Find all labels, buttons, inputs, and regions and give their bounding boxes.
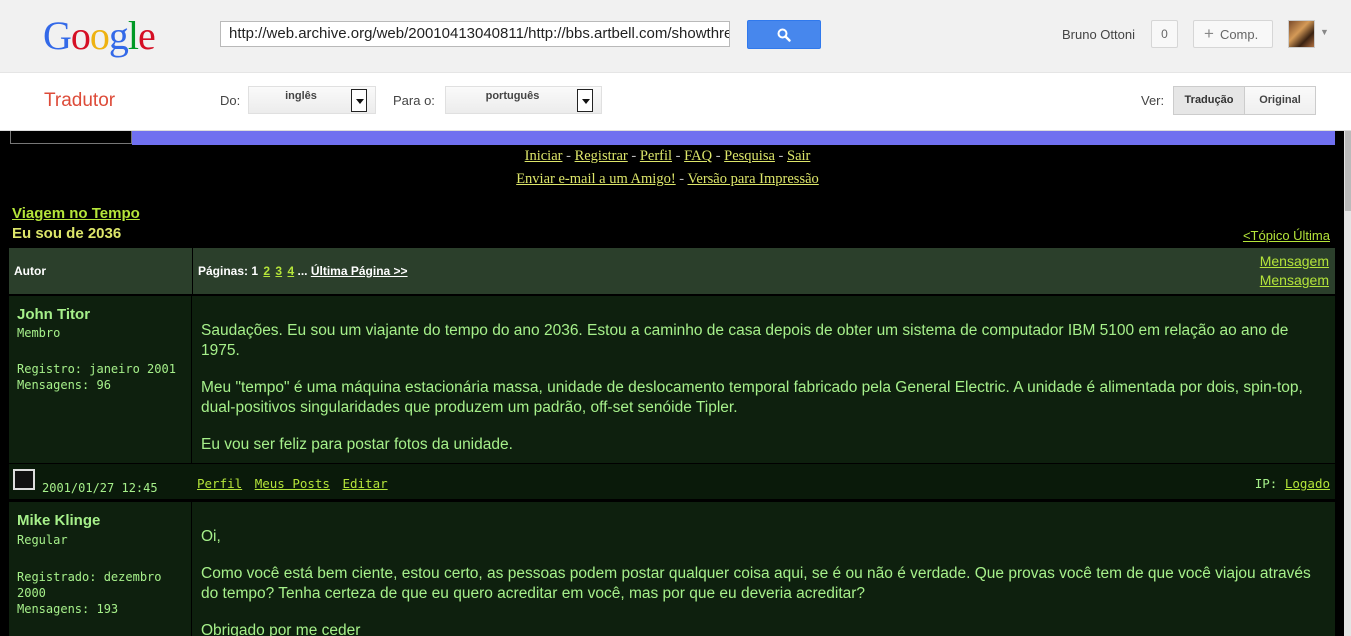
from-language-select[interactable]: inglês [248,86,376,114]
logo-letter: o [70,13,91,58]
post-date: 2001/01/27 12:45 [42,481,158,495]
to-label: Para o: [393,93,435,108]
my-posts-link[interactable]: Meus Posts [255,476,330,491]
current-page: 1 [251,264,259,278]
post-paragraph: Oi, [201,528,221,545]
forum-nav: Iniciar - Registrar - Perfil - FAQ - Pes… [0,148,1335,165]
share-label: Comp. [1219,27,1259,42]
topic-title: Eu sou de 2036 [12,225,122,242]
view-label: Ver: [1141,93,1165,108]
post-paragraph: Obrigado por me ceder [201,622,361,636]
post-author-registered: Registro: janeiro 2001 [17,362,176,376]
post-author-role: Regular [17,533,68,547]
post-ip: IP: Logado [1255,476,1330,491]
post-author-registered: Registrado: dezembro 2000 [17,570,162,600]
ip-logged-link[interactable]: Logado [1285,476,1330,491]
chevron-down-icon[interactable]: ▼ [1320,27,1329,37]
view-original-button[interactable]: Original [1244,86,1316,115]
nav-separator: - [715,148,721,164]
google-bar: Google http://web.archive.org/web/200104… [0,0,1351,73]
message-link[interactable]: Mensagem [1260,272,1329,288]
pages-ellipsis: ... [297,264,308,278]
avatar[interactable] [1288,20,1315,48]
post-author-role: Membro [17,326,61,340]
page-link[interactable]: 2 [263,264,270,278]
nav-link-registrar[interactable]: Registrar [575,148,628,164]
logo-letter: o [89,13,110,58]
post-icon [13,469,35,490]
forum-nav-secondary: Enviar e-mail a um Amigo! - Versão para … [0,171,1335,188]
translate-bar: Tradutor Do: inglês Para o: português Ve… [0,73,1351,131]
ip-label: IP: [1254,476,1278,491]
plus-icon: + [1204,24,1214,43]
logo-letter: g [108,13,129,58]
nav-link-iniciar[interactable]: Iniciar [525,148,563,164]
nav-separator: - [631,148,637,164]
nav-link-print-version[interactable]: Versão para Impressão [688,171,819,187]
share-button[interactable]: + Comp. [1193,20,1273,48]
url-input[interactable]: http://web.archive.org/web/2001041304081… [220,21,730,47]
translate-brand[interactable]: Tradutor [44,90,115,112]
post-actions: Perfil Meus Posts Editar [197,476,393,491]
last-page-link[interactable]: Última Página >> [311,264,408,278]
post-author-messages: Mensagens: 193 [17,602,119,616]
nav-link-pesquisa[interactable]: Pesquisa [724,148,775,164]
search-icon [777,28,791,42]
post-paragraph: Eu vou ser feliz para postar fotos da un… [201,436,513,453]
view-translation-button[interactable]: Tradução [1173,86,1245,115]
post: Mike Klinge Regular Registrado: dezembro… [9,502,1335,636]
logo-letter: l [127,13,139,58]
nav-link-faq[interactable]: FAQ [684,148,712,164]
previous-topic-link[interactable]: <Tópico Última [1243,228,1330,243]
header-banner [132,131,1335,145]
post: John Titor Membro Registro: janeiro 2001… [9,296,1335,463]
google-logo[interactable]: Google [43,13,156,59]
post-footer: 2001/01/27 12:45 Perfil Meus Posts Edita… [9,463,1335,499]
nav-separator: - [679,171,685,187]
page-link[interactable]: 3 [275,264,282,278]
post-body: Oi, Como você está bem ciente, estou cer… [201,527,1326,636]
post-paragraph: Saudações. Eu sou um viajante do tempo d… [201,322,1289,359]
post-author-column: Mike Klinge Regular Registrado: dezembro… [9,502,192,636]
dropdown-arrow-icon[interactable] [351,89,367,112]
pagination: Páginas: 1 2 3 4 ... Última Página >> [198,264,408,278]
user-name[interactable]: Bruno Ottoni [1062,27,1135,42]
to-language-select[interactable]: português [445,86,602,114]
nav-separator: - [566,148,571,164]
nav-separator: - [675,148,681,164]
nav-link-sair[interactable]: Sair [787,148,810,164]
pages-label: Páginas: [198,264,249,278]
profile-link[interactable]: Perfil [197,476,242,491]
dropdown-arrow-icon[interactable] [577,89,593,112]
header-box [10,131,132,144]
breadcrumb[interactable]: Viagem no Tempo [12,205,140,222]
from-label: Do: [220,93,241,108]
logo-letter: e [138,13,156,58]
thread-header-row: Autor Páginas: 1 2 3 4 ... Última Página… [9,248,1335,294]
post-author-column: John Titor Membro Registro: janeiro 2001… [9,296,192,463]
edit-link[interactable]: Editar [342,476,387,491]
notification-count[interactable]: 0 [1151,20,1178,48]
post-body: Saudações. Eu sou um viajante do tempo d… [201,321,1326,472]
nav-separator: - [778,148,784,164]
logo-letter: G [43,13,72,58]
post-author-name[interactable]: Mike Klinge [17,512,100,529]
column-divider [192,248,193,294]
post-paragraph: Meu "tempo" é uma máquina estacionária m… [201,379,1303,416]
page-link[interactable]: 4 [287,264,294,278]
scrollbar-thumb[interactable] [1345,131,1351,211]
nav-link-perfil[interactable]: Perfil [640,148,672,164]
post-paragraph: Como você está bem ciente, estou certo, … [201,565,1311,602]
message-link[interactable]: Mensagem [1260,253,1329,269]
post-author-messages: Mensagens: 96 [17,378,111,392]
search-button[interactable] [747,20,821,49]
page-content: Iniciar - Registrar - Perfil - FAQ - Pes… [0,131,1351,636]
nav-link-email-friend[interactable]: Enviar e-mail a um Amigo! [516,171,675,187]
author-column-header: Autor [14,264,46,278]
post-author-name[interactable]: John Titor [17,306,90,323]
